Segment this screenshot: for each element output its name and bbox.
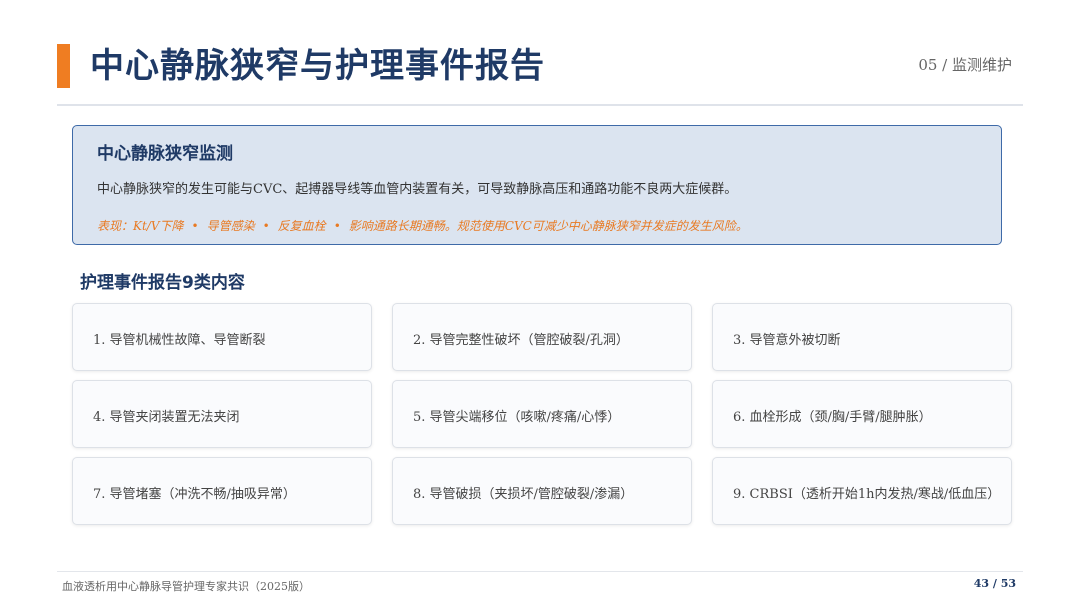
report-item-card: 7. 导管堵塞（冲洗不畅/抽吸异常）	[72, 457, 372, 525]
report-item-text: 3. 导管意外被切断	[733, 333, 841, 348]
footer-source: 血液透析用中心静脉导管护理专家共识（2025版）	[62, 580, 310, 593]
report-item-text: 7. 导管堵塞（冲洗不畅/抽吸异常）	[93, 487, 296, 502]
note-separator: •	[191, 219, 199, 233]
report-item-card: 5. 导管尖端移位（咳嗽/疼痛/心悸）	[392, 380, 692, 448]
note-item: 影响通路长期通畅。规范使用CVC可减少中心静脉狭窄并发症的发生风险。	[348, 219, 748, 233]
monitor-box: 中心静脉狭窄监测 中心静脉狭窄的发生可能与CVC、起搏器导线等血管内装置有关，可…	[72, 125, 1002, 245]
note-separator: •	[262, 219, 270, 233]
report-item-text: 2. 导管完整性破坏（管腔破裂/孔洞）	[413, 333, 629, 348]
report-item-text: 6. 血栓形成（颈/胸/手臂/腿肿胀）	[733, 410, 932, 425]
header-divider	[57, 104, 1023, 106]
note-item: 反复血栓	[277, 219, 326, 233]
report-item-text: 1. 导管机械性故障、导管断裂	[93, 333, 266, 348]
report-item-text: 5. 导管尖端移位（咳嗽/疼痛/心悸）	[413, 410, 621, 425]
report-item-card: 4. 导管夹闭装置无法夹闭	[72, 380, 372, 448]
report-item-card: 6. 血栓形成（颈/胸/手臂/腿肿胀）	[712, 380, 1012, 448]
title-accent-bar	[57, 44, 70, 88]
note-item: 导管感染	[206, 219, 255, 233]
section-label: 05 / 监测维护	[918, 56, 1012, 74]
report-item-text: 4. 导管夹闭装置无法夹闭	[93, 410, 240, 425]
report-item-card: 1. 导管机械性故障、导管断裂	[72, 303, 372, 371]
monitor-box-title: 中心静脉狭窄监测	[97, 144, 233, 164]
report-item-card: 8. 导管破损（夹损坏/管腔破裂/渗漏）	[392, 457, 692, 525]
report-item-text: 8. 导管破损（夹损坏/管腔破裂/渗漏）	[413, 487, 634, 502]
monitor-box-note: 表现：Kt/V下降 • 导管感染 • 反复血栓 • 影响通路长期通畅。规范使用CVC可减少中…	[97, 217, 748, 234]
note-separator: •	[333, 219, 341, 233]
report-item-text: 9. CRBSI（透析开始1h内发热/寒战/低血压）	[733, 487, 1001, 502]
monitor-box-description: 中心静脉狭窄的发生可能与CVC、起搏器导线等血管内装置有关，可导致静脉高压和通路…	[97, 182, 738, 197]
page-title: 中心静脉狭窄与护理事件报告	[90, 46, 545, 86]
report-item-card: 9. CRBSI（透析开始1h内发热/寒战/低血压）	[712, 457, 1012, 525]
note-item: 表现：Kt/V下降	[97, 219, 184, 233]
report-section-title: 护理事件报告9类内容	[80, 273, 245, 293]
page-number: 43 / 53	[973, 577, 1016, 590]
footer-divider	[57, 571, 1023, 572]
report-item-card: 3. 导管意外被切断	[712, 303, 1012, 371]
report-item-card: 2. 导管完整性破坏（管腔破裂/孔洞）	[392, 303, 692, 371]
